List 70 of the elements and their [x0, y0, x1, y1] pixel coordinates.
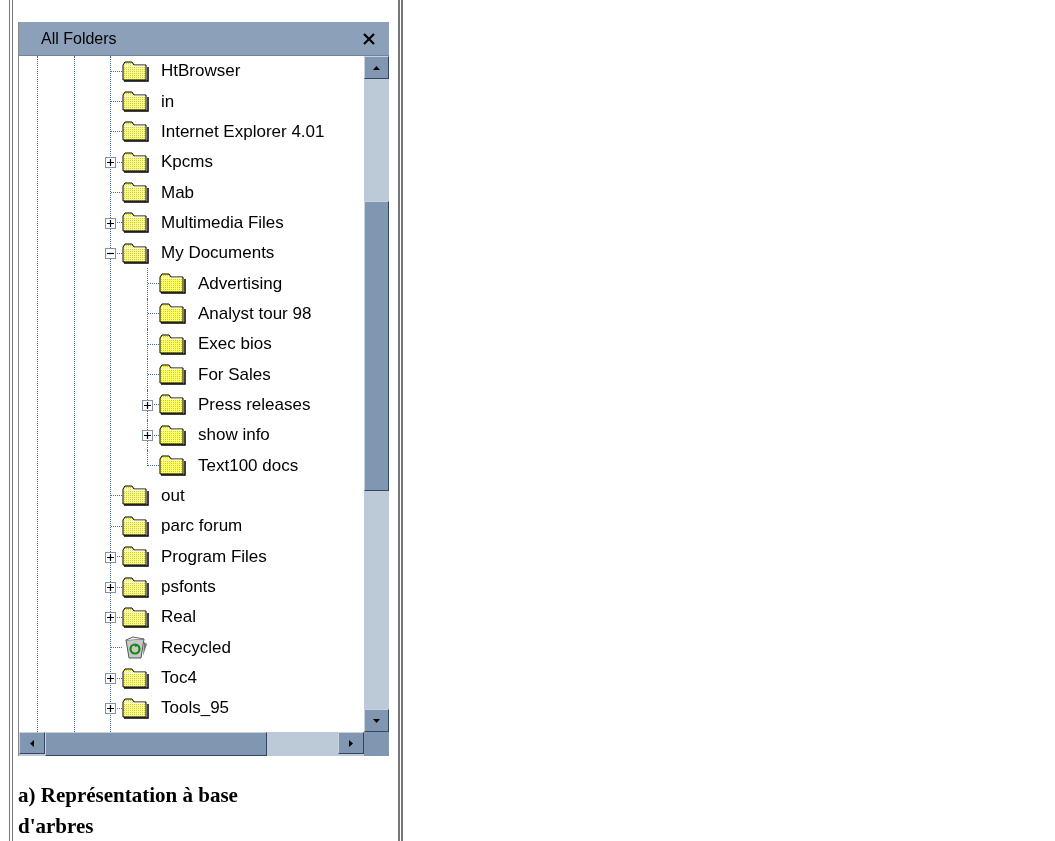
- folder-name[interactable]: Multimedia Files: [161, 212, 284, 233]
- scroll-up-button[interactable]: [364, 56, 389, 79]
- down-arrow-icon: [372, 717, 381, 724]
- folder-icon: [122, 697, 149, 719]
- expand-icon[interactable]: [105, 217, 116, 229]
- scroll-right-button[interactable]: [338, 732, 364, 754]
- scroll-thumb[interactable]: [364, 201, 389, 491]
- folder-icon: [159, 273, 186, 295]
- folder-icon: [159, 333, 186, 355]
- folder-name[interactable]: Tools_95: [161, 698, 230, 719]
- panel-title: All Folders: [41, 29, 117, 48]
- folder-icon: [122, 667, 149, 689]
- right-arrow-icon: [348, 738, 354, 748]
- left-arrow-icon: [29, 738, 35, 748]
- folder-icon: [122, 212, 149, 234]
- folder-name[interactable]: out: [161, 486, 185, 506]
- folder-icon: [122, 485, 149, 507]
- up-arrow-icon: [372, 64, 381, 71]
- folder-icon: [159, 364, 186, 386]
- folder-icon: [159, 424, 186, 446]
- folder-name[interactable]: Toc4: [161, 668, 197, 689]
- expand-icon[interactable]: [142, 399, 153, 411]
- folder-icon: [122, 91, 149, 112]
- folder-name[interactable]: parc forum: [161, 516, 243, 537]
- folder-name[interactable]: Analyst tour 98: [198, 303, 312, 324]
- folder-icon: [159, 394, 186, 416]
- folder-icon: [122, 242, 149, 264]
- folder-name[interactable]: Real: [161, 607, 196, 628]
- folder-name[interactable]: show info: [198, 425, 270, 446]
- expand-icon[interactable]: [105, 582, 116, 593]
- folder-name[interactable]: For Sales: [198, 364, 271, 385]
- folder-icon: [122, 151, 149, 173]
- scroll-left-button[interactable]: [19, 732, 45, 754]
- collapse-icon[interactable]: [105, 248, 116, 260]
- expand-icon[interactable]: [105, 551, 116, 563]
- expand-icon[interactable]: [105, 673, 116, 685]
- expand-icon[interactable]: [105, 157, 116, 169]
- folder-name[interactable]: My Documents: [161, 243, 275, 264]
- expand-icon[interactable]: [142, 430, 153, 442]
- folder-name[interactable]: Advertising: [198, 273, 283, 294]
- folder-name[interactable]: Recycled: [161, 637, 231, 658]
- folder-icon: [122, 182, 149, 204]
- scroll-thumb[interactable]: [45, 732, 267, 756]
- horizontal-scrollbar[interactable]: [19, 732, 364, 756]
- folder-name[interactable]: HtBrowser: [161, 61, 241, 82]
- folder-icon: [159, 455, 186, 477]
- folder-icon: [122, 546, 149, 568]
- folder-name[interactable]: in: [161, 91, 175, 112]
- expand-icon[interactable]: [105, 612, 116, 624]
- folder-name[interactable]: Text100 docs: [198, 455, 299, 476]
- folder-name[interactable]: Mab: [161, 182, 195, 203]
- folder-icon: [122, 606, 149, 628]
- folder-icon: [122, 121, 149, 143]
- folder-icon: [122, 576, 149, 598]
- close-icon[interactable]: [363, 32, 375, 45]
- scrollbar-corner: [364, 732, 389, 756]
- scroll-down-button[interactable]: [364, 709, 389, 732]
- folder-name[interactable]: Exec bios: [198, 334, 272, 355]
- folder-icon: [122, 515, 149, 537]
- folder-icon: [159, 303, 186, 325]
- folder-name[interactable]: Kpcms: [161, 152, 213, 173]
- expand-icon[interactable]: [105, 703, 116, 715]
- figure-caption: a) Représentation à base d'arbres: [18, 782, 239, 840]
- folder-icon: [122, 60, 149, 82]
- folder-name[interactable]: Internet Explorer 4.01: [161, 121, 325, 142]
- vertical-scrollbar[interactable]: [364, 56, 389, 732]
- folder-name[interactable]: psfonts: [161, 577, 216, 597]
- recycle-bin-icon: [122, 635, 149, 660]
- folder-name[interactable]: Program Files: [161, 546, 267, 567]
- folder-name[interactable]: Press releases: [198, 394, 311, 415]
